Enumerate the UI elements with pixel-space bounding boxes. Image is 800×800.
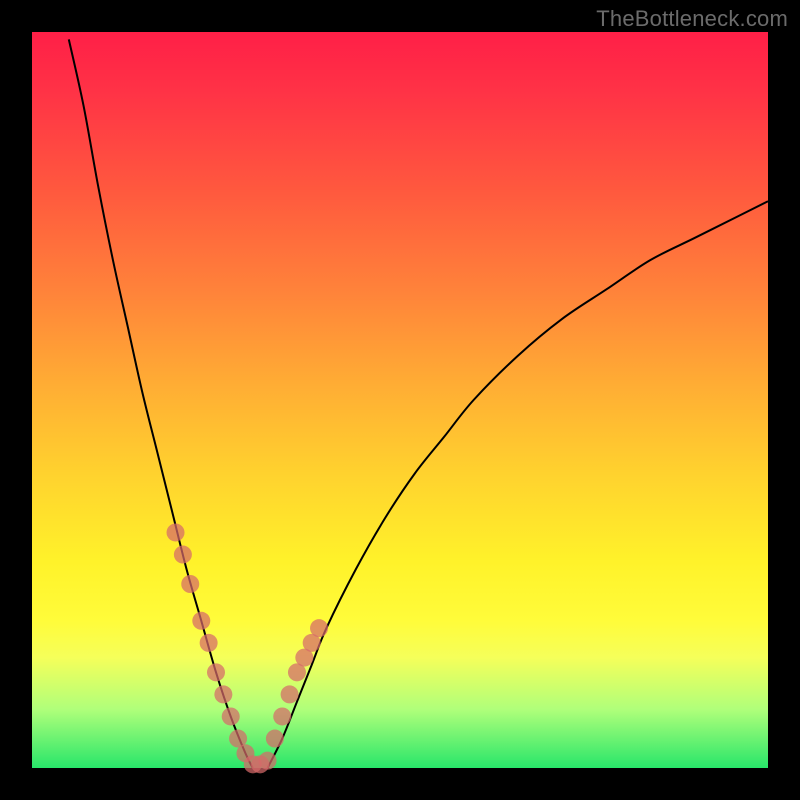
marker-dot <box>181 575 199 593</box>
marker-group <box>167 523 329 773</box>
curve-left <box>69 39 253 768</box>
marker-dot <box>192 612 210 630</box>
marker-dot <box>266 730 284 748</box>
marker-dot <box>167 523 185 541</box>
marker-dot <box>214 685 232 703</box>
watermark-text: TheBottleneck.com <box>596 6 788 32</box>
marker-dot <box>281 685 299 703</box>
marker-dot <box>259 752 277 770</box>
marker-dot <box>207 663 225 681</box>
chart-frame: TheBottleneck.com <box>0 0 800 800</box>
curve-layer <box>32 32 768 768</box>
marker-dot <box>174 546 192 564</box>
marker-dot <box>310 619 328 637</box>
plot-area <box>32 32 768 768</box>
marker-dot <box>200 634 218 652</box>
marker-dot <box>222 707 240 725</box>
marker-dot <box>273 707 291 725</box>
curve-right <box>268 201 768 768</box>
